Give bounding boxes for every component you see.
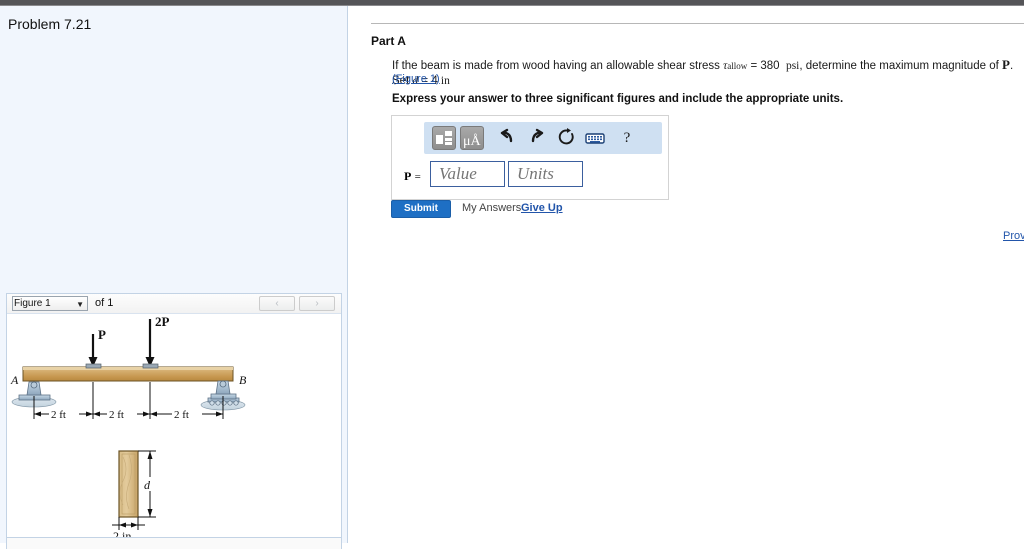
p-symbol: P [1001, 57, 1010, 72]
svg-text:2 ft: 2 ft [51, 409, 66, 421]
my-answers-link[interactable]: My Answers [462, 202, 521, 214]
svg-text:2P: 2P [155, 314, 170, 329]
figure-toolbar: Figure 1 ▼ of 1 ‹ › [7, 294, 341, 314]
answer-instruction: Express your answer to three significant… [392, 93, 844, 105]
svg-text:A: A [10, 373, 19, 387]
figure-next-button[interactable]: › [299, 296, 335, 311]
divider [371, 23, 1024, 24]
units-icon[interactable]: μÅ [460, 126, 484, 150]
figure-prev-button[interactable]: ‹ [259, 296, 295, 311]
question-text: If the beam is made from wood having an … [392, 57, 1017, 89]
question-text-1: If the beam is made from wood having an … [392, 60, 724, 72]
svg-text:P: P [98, 327, 106, 342]
answer-variable-label: P = [404, 169, 421, 183]
psi-unit: psi [785, 60, 800, 72]
help-glyph: ? [623, 130, 631, 146]
chevron-down-icon: ▼ [76, 300, 84, 309]
in-unit: in [440, 75, 450, 87]
left-problem-panel: Problem 7.21 Figure 1 ▼ of 1 ‹ › P 2P A … [0, 6, 348, 549]
figure-select-value: Figure 1 [14, 298, 51, 309]
units-input[interactable] [508, 161, 583, 187]
svg-text:B: B [239, 373, 247, 387]
question-text-2: = 380 [747, 60, 780, 72]
part-a-heading: Part A [371, 34, 406, 48]
figure-count-label: of 1 [95, 297, 114, 309]
redo-icon[interactable] [526, 127, 548, 149]
page-title: Problem 7.21 [8, 16, 92, 32]
svg-text:d: d [144, 478, 151, 492]
template-icon[interactable] [432, 126, 456, 150]
help-icon[interactable]: ? [616, 127, 638, 149]
keyboard-icon[interactable] [584, 127, 606, 149]
svg-text:2 ft: 2 ft [109, 409, 124, 421]
reset-icon[interactable] [556, 127, 578, 149]
math-toolbar: μÅ ? [424, 122, 662, 154]
figure-select-dropdown[interactable]: Figure 1 ▼ [12, 296, 88, 311]
give-up-link[interactable]: Give Up [521, 202, 563, 214]
figure-image: P 2P A B 2 ft 2 ft 2 ft d 2 in. [7, 314, 341, 543]
figure-1-link[interactable]: (Figure 1) [392, 73, 440, 85]
beam-diagram-svg: P 2P A B 2 ft 2 ft 2 ft d 2 in. [10, 314, 247, 543]
tau-subscript: allow [727, 61, 748, 71]
svg-text:2 ft: 2 ft [174, 409, 189, 421]
submit-button[interactable]: Submit [391, 200, 451, 218]
lower-panel [6, 537, 342, 549]
value-input[interactable] [430, 161, 505, 187]
svg-text:μÅ: μÅ [463, 133, 482, 149]
undo-icon[interactable] [496, 127, 518, 149]
cross-section: d 2 in. [112, 450, 157, 543]
right-answer-panel: Part A If the beam is made from wood hav… [349, 6, 1024, 543]
provide-feedback-link[interactable]: Prov [1003, 230, 1024, 242]
answer-entry-box: μÅ ? P = Value Units [391, 115, 669, 200]
figure-panel: Figure 1 ▼ of 1 ‹ › P 2P A B 2 ft 2 ft 2… [6, 293, 342, 543]
question-text-3: , determine the maximum magnitude of [799, 60, 1002, 72]
